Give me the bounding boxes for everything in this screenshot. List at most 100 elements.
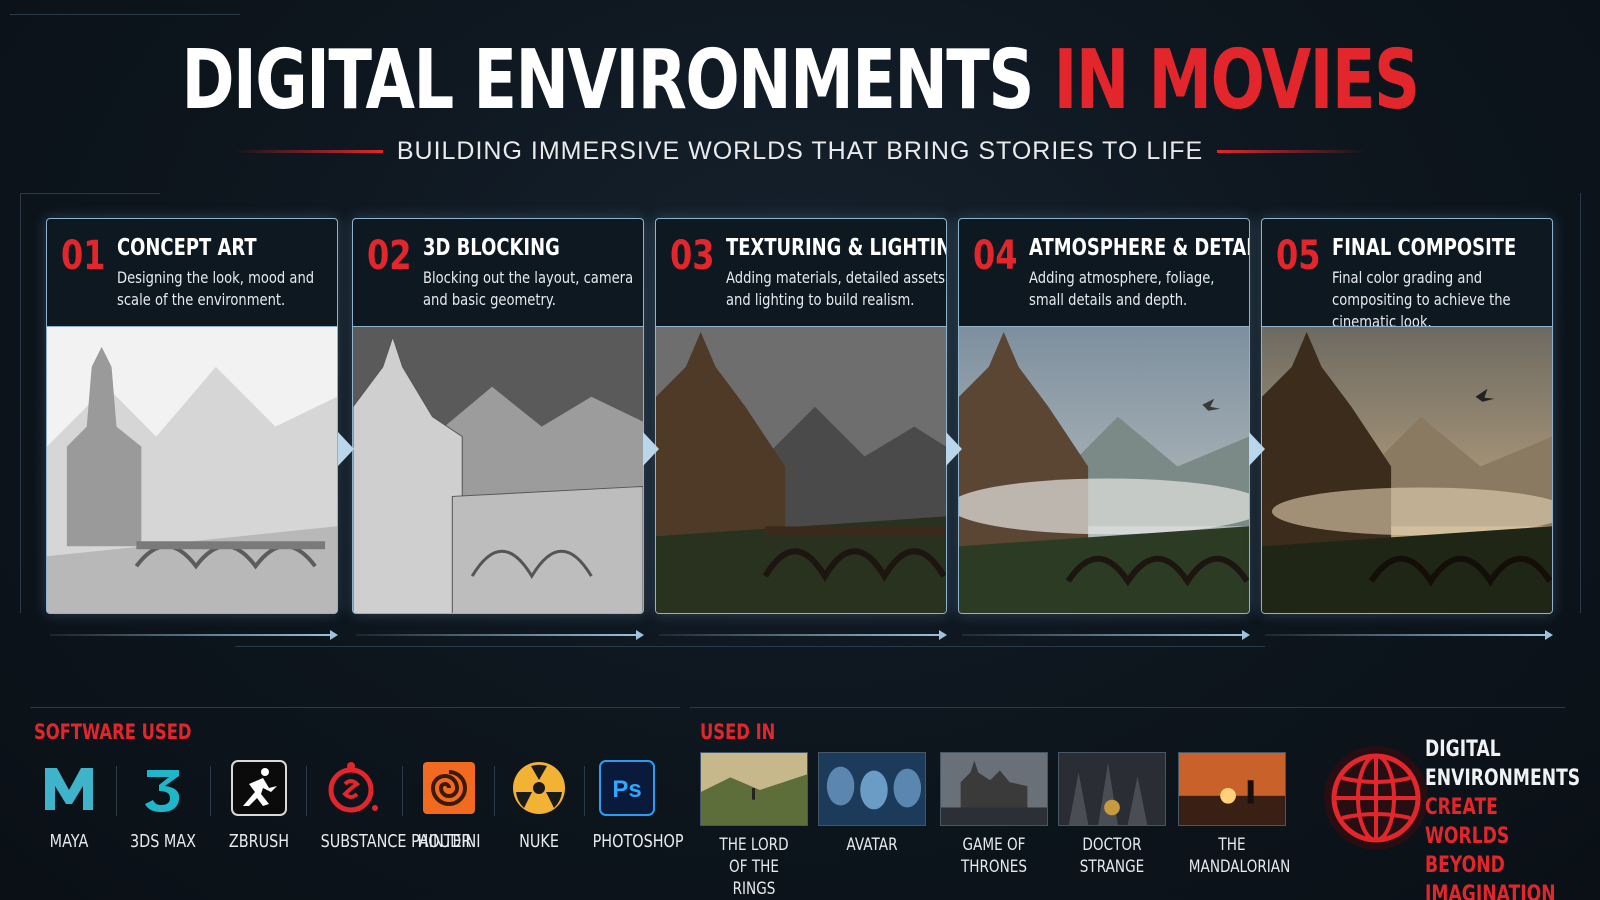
frame-line: [10, 14, 240, 15]
step-description: Adding materials, detailed assets and li…: [726, 268, 946, 309]
page-subtitle: BUILDING IMMERSIVE WORLDS THAT BRING STO…: [396, 136, 1204, 165]
divider: [116, 766, 117, 816]
blocking-render-image: [353, 326, 643, 613]
progress-arrow: [50, 630, 338, 640]
movie-thumbnail: [1178, 752, 1286, 826]
progress-arrow: [356, 630, 644, 640]
software-name: HOUDINI: [417, 831, 481, 852]
step-title: FINAL COMPOSITE: [1332, 235, 1517, 261]
step-card-atmosphere-detail: 04 ATMOSPHERE & DETAIL Adding atmosphere…: [958, 218, 1250, 614]
step-card-concept-art: 01 CONCEPT ART Designing the look, mood …: [46, 218, 338, 614]
tagline-line: BEYOND: [1425, 853, 1505, 878]
step-card-final-composite: 05 FINAL COMPOSITE Final color grading a…: [1261, 218, 1553, 614]
step-title: ATMOSPHERE & DETAIL: [1029, 235, 1250, 261]
step-card-3d-blocking: 02 3D BLOCKING Blocking out the layout, …: [352, 218, 644, 614]
step-number: 01: [61, 233, 106, 279]
tagline-line: IMAGINATION: [1425, 882, 1556, 900]
card-header: 02 3D BLOCKING Blocking out the layout, …: [353, 219, 643, 326]
movie-game-of-thrones: GAME OF THRONES: [940, 752, 1048, 878]
tagline-line: DIGITAL: [1425, 737, 1501, 762]
used-in-section-label: USED IN: [700, 720, 776, 744]
frame-line: [235, 646, 1265, 647]
atmosphere-render-image: [959, 326, 1249, 613]
step-number: 04: [973, 233, 1018, 279]
card-header: 03 TEXTURING & LIGHTING Adding materials…: [656, 219, 946, 326]
frame-line: [30, 707, 680, 708]
tagline-line: ENVIRONMENTS: [1425, 766, 1581, 791]
software-section-label: SOFTWARE USED: [34, 720, 192, 744]
step-number: 03: [670, 233, 715, 279]
concept-sketch-image: [47, 326, 337, 613]
chevron-right-icon: [1249, 432, 1265, 466]
chevron-right-icon: [643, 432, 659, 466]
movie-title: GAME OF THRONES: [960, 835, 1028, 877]
divider: [306, 766, 307, 816]
divider: [210, 766, 211, 816]
movie-avatar: AVATAR: [818, 752, 926, 856]
frame-line: [20, 193, 21, 613]
movie-thumbnail: [818, 752, 926, 826]
title-red: IN MOVIES: [1053, 33, 1420, 128]
subtitle-row: BUILDING IMMERSIVE WORLDS THAT BRING STO…: [0, 136, 1600, 166]
step-description: Final color grading and compositing to a…: [1332, 268, 1511, 331]
divider: [402, 766, 403, 816]
movie-thumbnail: [700, 752, 808, 826]
software-name: ZBRUSH: [228, 831, 290, 852]
movie-title: THE MANDALORIAN: [1188, 835, 1291, 877]
step-title: TEXTURING & LIGHTING: [726, 235, 947, 261]
movie-doctor-strange: DOCTOR STRANGE: [1058, 752, 1166, 878]
tagline-line: CREATE WORLDS: [1425, 795, 1510, 849]
card-header: 04 ATMOSPHERE & DETAIL Adding atmosphere…: [959, 219, 1249, 326]
nuke-icon: [513, 762, 565, 814]
step-number: 05: [1276, 233, 1321, 279]
photoshop-icon: Ps: [599, 760, 655, 816]
chevron-right-icon: [338, 432, 354, 466]
software-name: PHOTOSHOP: [592, 831, 684, 852]
card-header: 05 FINAL COMPOSITE Final color grading a…: [1262, 219, 1552, 331]
step-card-texturing-lighting: 03 TEXTURING & LIGHTING Adding materials…: [655, 218, 947, 614]
3dsmax-icon: [145, 770, 180, 812]
movie-title: AVATAR: [846, 835, 898, 855]
software-name: 3DS MAX: [129, 831, 197, 852]
zbrush-icon: [231, 760, 287, 816]
substance-painter-icon: [328, 762, 378, 813]
step-description: Adding atmosphere, foliage, small detail…: [1029, 268, 1215, 309]
software-item-photoshop: Ps PHOTOSHOP: [584, 758, 684, 853]
subtitle-line-right: [1217, 149, 1368, 153]
divider: [494, 766, 495, 816]
houdini-icon: [423, 762, 475, 814]
globe-icon: [1324, 746, 1428, 850]
step-title: CONCEPT ART: [117, 235, 257, 261]
movie-title: DOCTOR STRANGE: [1079, 835, 1145, 877]
software-item-nuke: NUKE: [496, 758, 582, 853]
frame-line: [1580, 193, 1581, 613]
software-item-zbrush: ZBRUSH: [216, 758, 302, 853]
svg-text:Ps: Ps: [612, 776, 641, 803]
software-name: MAYA: [49, 831, 89, 852]
movie-title: THE LORD OF THE RINGS: [719, 835, 789, 899]
maya-icon: [45, 768, 93, 810]
step-description: Blocking out the layout, camera and basi…: [423, 268, 634, 309]
frame-line: [20, 193, 160, 194]
tagline: DIGITAL ENVIRONMENTS CREATE WORLDS BEYON…: [1425, 735, 1581, 900]
textured-render-image: [656, 326, 946, 613]
chevron-right-icon: [946, 432, 962, 466]
step-title: 3D BLOCKING: [423, 235, 560, 261]
card-header: 01 CONCEPT ART Designing the look, mood …: [47, 219, 337, 326]
title-white: DIGITAL ENVIRONMENTS: [181, 33, 1034, 128]
software-item-3dsmax: 3DS MAX: [120, 758, 206, 853]
subtitle-line-left: [232, 149, 383, 153]
progress-arrow: [1265, 630, 1553, 640]
progress-arrow: [962, 630, 1250, 640]
step-description: Designing the look, mood and scale of th…: [117, 268, 315, 309]
software-item-houdini: HOUDINI: [406, 758, 492, 853]
final-composite-image: [1262, 326, 1552, 613]
movie-the-mandalorian: THE MANDALORIAN: [1178, 752, 1291, 878]
software-item-substance-painter: SUBSTANCE PAINTER: [312, 758, 472, 853]
frame-line: [690, 707, 1565, 708]
software-item-maya: MAYA: [26, 758, 112, 853]
progress-arrow: [659, 630, 947, 640]
software-name: NUKE: [519, 831, 559, 852]
step-number: 02: [367, 233, 412, 279]
movie-thumbnail: [1058, 752, 1166, 826]
